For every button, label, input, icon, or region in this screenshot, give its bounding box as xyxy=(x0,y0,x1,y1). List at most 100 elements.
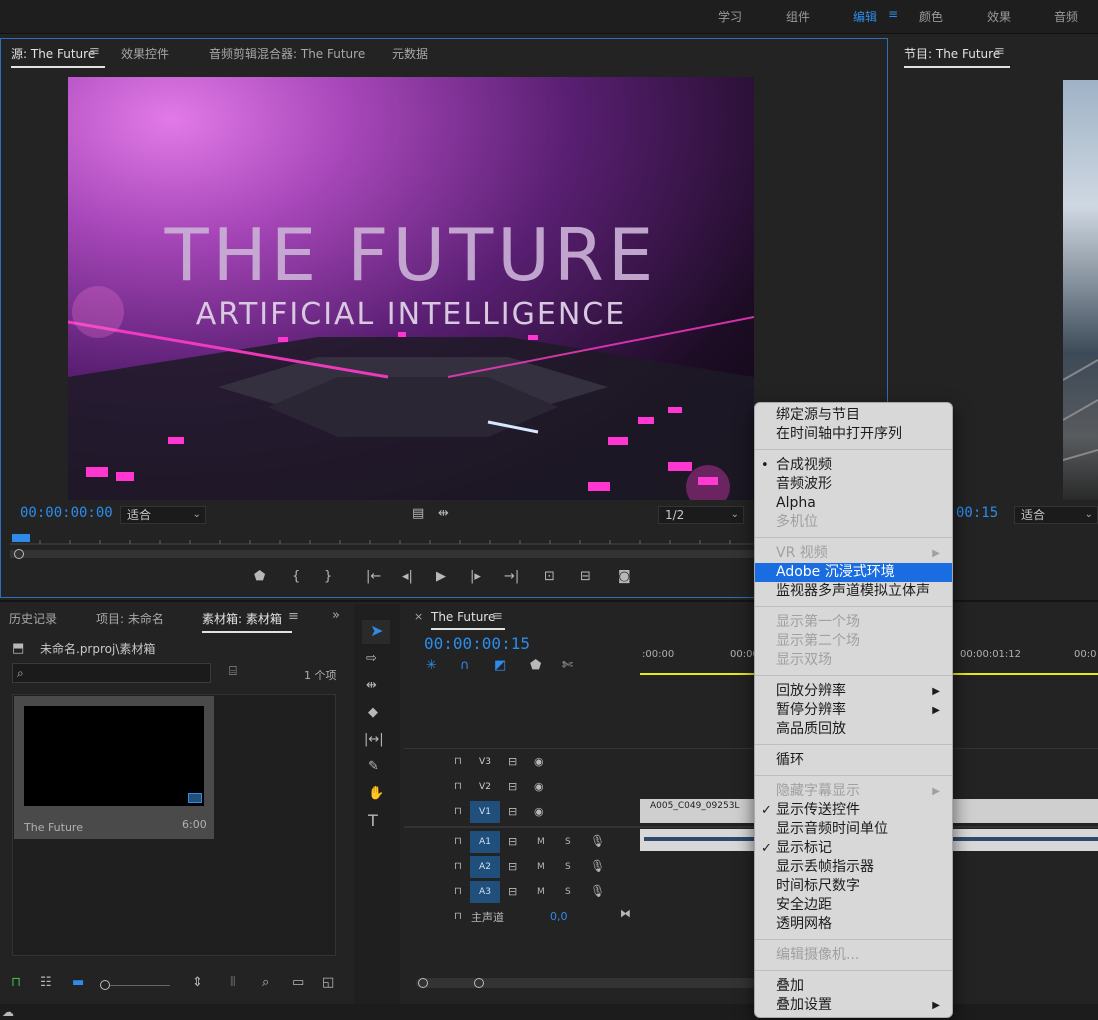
source-zoom-bar[interactable] xyxy=(10,549,754,559)
tab-effect-controls[interactable]: 效果控件 xyxy=(121,45,169,62)
sync-lock-icon[interactable]: ⊟ xyxy=(508,885,517,899)
insert-icon[interactable]: ⊡ xyxy=(544,570,555,584)
program-timecode[interactable]: 00:15 xyxy=(956,505,998,521)
workspace-learn[interactable]: 学习 xyxy=(718,8,742,25)
track-select-tool-icon[interactable]: ⇨ xyxy=(366,652,377,666)
lock-track-icon[interactable]: ⊓ xyxy=(454,780,462,794)
menu-item[interactable]: 监视器多声道模拟立体声 xyxy=(755,582,952,601)
sync-lock-icon[interactable]: ⊟ xyxy=(508,755,517,769)
drag-video-icon[interactable]: ⇹ xyxy=(438,507,449,521)
bin-search-input[interactable]: ⌕ xyxy=(12,663,211,683)
track-target-a2[interactable]: A2 xyxy=(470,856,500,878)
eye-icon[interactable]: ◉ xyxy=(534,755,544,769)
menu-item[interactable]: 高品质回放 xyxy=(755,720,952,739)
program-fit-dropdown[interactable]: 适合 ⌄ xyxy=(1014,506,1098,524)
workspace-color[interactable]: 颜色 xyxy=(919,8,943,25)
lock-icon[interactable]: ⊓ xyxy=(11,976,21,990)
mark-in-icon[interactable]: { xyxy=(292,570,300,584)
scroll-handle-left[interactable] xyxy=(418,978,428,988)
track-target-v2[interactable]: V2 xyxy=(470,776,500,798)
menu-item[interactable]: 透明网格 xyxy=(755,915,952,934)
menu-item[interactable]: 绑定源与节目 xyxy=(755,406,952,425)
tab-source[interactable]: 源: The Future xyxy=(11,45,106,68)
menu-item[interactable]: 在时间轴中打开序列 xyxy=(755,425,952,444)
add-marker-icon[interactable]: ⬟ xyxy=(254,570,265,584)
ripple-edit-tool-icon[interactable]: ⇹ xyxy=(366,679,377,693)
source-panel-menu-icon[interactable]: ≡ xyxy=(89,44,100,59)
source-resolution-dropdown[interactable]: 1/2 ⌄ xyxy=(658,506,744,524)
overwrite-icon[interactable]: ⊟ xyxy=(580,570,591,584)
sync-lock-icon[interactable]: ⊟ xyxy=(508,780,517,794)
list-view-icon[interactable]: ☷ xyxy=(40,976,52,990)
source-time-ruler[interactable] xyxy=(10,530,754,550)
video-clip-right[interactable] xyxy=(953,799,1098,823)
linked-selection-icon[interactable]: ◩ xyxy=(494,659,506,673)
selection-tool-icon[interactable]: ➤ xyxy=(370,623,383,639)
menu-item[interactable]: • 合成视频 xyxy=(755,456,952,475)
solo-button[interactable]: S xyxy=(565,860,571,874)
pen-tool-icon[interactable]: ✎ xyxy=(368,760,379,774)
workspace-editing[interactable]: 编辑 xyxy=(853,8,877,25)
audio-clip[interactable] xyxy=(640,829,756,851)
tab-metadata[interactable]: 元数据 xyxy=(392,45,428,62)
track-target-v1[interactable]: V1 xyxy=(470,801,500,823)
menu-item[interactable]: 叠加设置 ▶ xyxy=(755,996,952,1015)
tab-project[interactable]: 项目: 未命名 xyxy=(96,610,164,627)
mute-button[interactable]: M xyxy=(537,835,545,849)
go-to-end-icon[interactable]: ⧓ xyxy=(620,907,631,921)
menu-item[interactable]: 音频波形 xyxy=(755,475,952,494)
zoom-handle[interactable] xyxy=(14,549,24,559)
timeline-zoom-scrollbar[interactable] xyxy=(416,978,756,988)
thumbnail-size-slider[interactable] xyxy=(100,980,170,990)
menu-item[interactable]: Adobe 沉浸式环境 xyxy=(755,563,952,582)
lock-track-icon[interactable]: ⊓ xyxy=(454,860,462,874)
track-target-v3[interactable]: V3 xyxy=(470,751,500,773)
timeline-timecode[interactable]: 00:00:00:15 xyxy=(424,634,530,653)
go-to-in-icon[interactable]: |← xyxy=(366,570,381,584)
workspace-audio[interactable]: 音频 xyxy=(1054,8,1078,25)
tab-history[interactable]: 历史记录 xyxy=(9,610,57,627)
track-target-a1[interactable]: A1 xyxy=(470,831,500,853)
tab-program[interactable]: 节目: The Future xyxy=(904,45,1011,68)
microphone-icon[interactable]: 🎙 xyxy=(590,884,605,898)
lock-track-icon[interactable]: ⊓ xyxy=(454,805,462,819)
solo-button[interactable]: S xyxy=(565,835,571,849)
menu-item[interactable]: 显示丢帧指示器 xyxy=(755,858,952,877)
clip-thumbnail-card[interactable]: The Future 6:00 xyxy=(14,696,214,839)
lock-track-icon[interactable]: ⊓ xyxy=(454,755,462,769)
source-fit-dropdown[interactable]: 适合 ⌄ xyxy=(120,506,206,524)
tab-sequence[interactable]: The Future xyxy=(431,610,506,630)
menu-item[interactable]: ✓ 显示标记 xyxy=(755,839,952,858)
find-icon[interactable]: ⌸ xyxy=(229,665,237,679)
menu-item[interactable]: 安全边距 xyxy=(755,896,952,915)
step-back-icon[interactable]: ◂| xyxy=(402,570,413,584)
eye-icon[interactable]: ◉ xyxy=(534,805,544,819)
mark-out-icon[interactable]: } xyxy=(324,570,332,584)
sync-lock-icon[interactable]: ⊟ xyxy=(508,805,517,819)
sort-icon[interactable]: ⇕ xyxy=(192,976,203,990)
lock-track-icon[interactable]: ⊓ xyxy=(454,835,462,849)
razor-tool-icon[interactable]: ◆ xyxy=(368,706,378,720)
sync-lock-icon[interactable]: ⊟ xyxy=(508,835,517,849)
menu-item[interactable]: ✓ 显示传送控件 xyxy=(755,801,952,820)
add-marker-icon[interactable]: ⬟ xyxy=(530,659,541,673)
find-magnifier-icon[interactable]: ⌕ xyxy=(262,976,269,990)
master-volume[interactable]: 0,0 xyxy=(550,910,568,923)
snap-icon[interactable]: ∩ xyxy=(460,659,470,673)
close-sequence-icon[interactable]: × xyxy=(414,610,423,623)
export-frame-settings-icon[interactable]: ▤ xyxy=(412,507,424,521)
workspace-assembly[interactable]: 组件 xyxy=(786,8,810,25)
new-item-icon[interactable]: ◱ xyxy=(322,976,334,990)
lock-track-icon[interactable]: ⊓ xyxy=(454,910,462,924)
microphone-icon[interactable]: 🎙 xyxy=(590,834,605,848)
sync-lock-icon[interactable]: ⊟ xyxy=(508,860,517,874)
slider-handle[interactable] xyxy=(100,980,110,990)
folder-up-icon[interactable]: ⬒ xyxy=(12,642,24,656)
nest-icon[interactable]: ✳ xyxy=(426,659,437,673)
menu-item[interactable]: 显示音频时间单位 xyxy=(755,820,952,839)
scroll-handle-right[interactable] xyxy=(474,978,484,988)
camera-icon[interactable]: ◙ xyxy=(618,570,631,584)
creative-cloud-icon[interactable]: ☁ xyxy=(2,1005,14,1019)
hand-tool-icon[interactable]: ✋ xyxy=(368,787,384,801)
wrench-icon[interactable]: ✄ xyxy=(562,659,573,673)
